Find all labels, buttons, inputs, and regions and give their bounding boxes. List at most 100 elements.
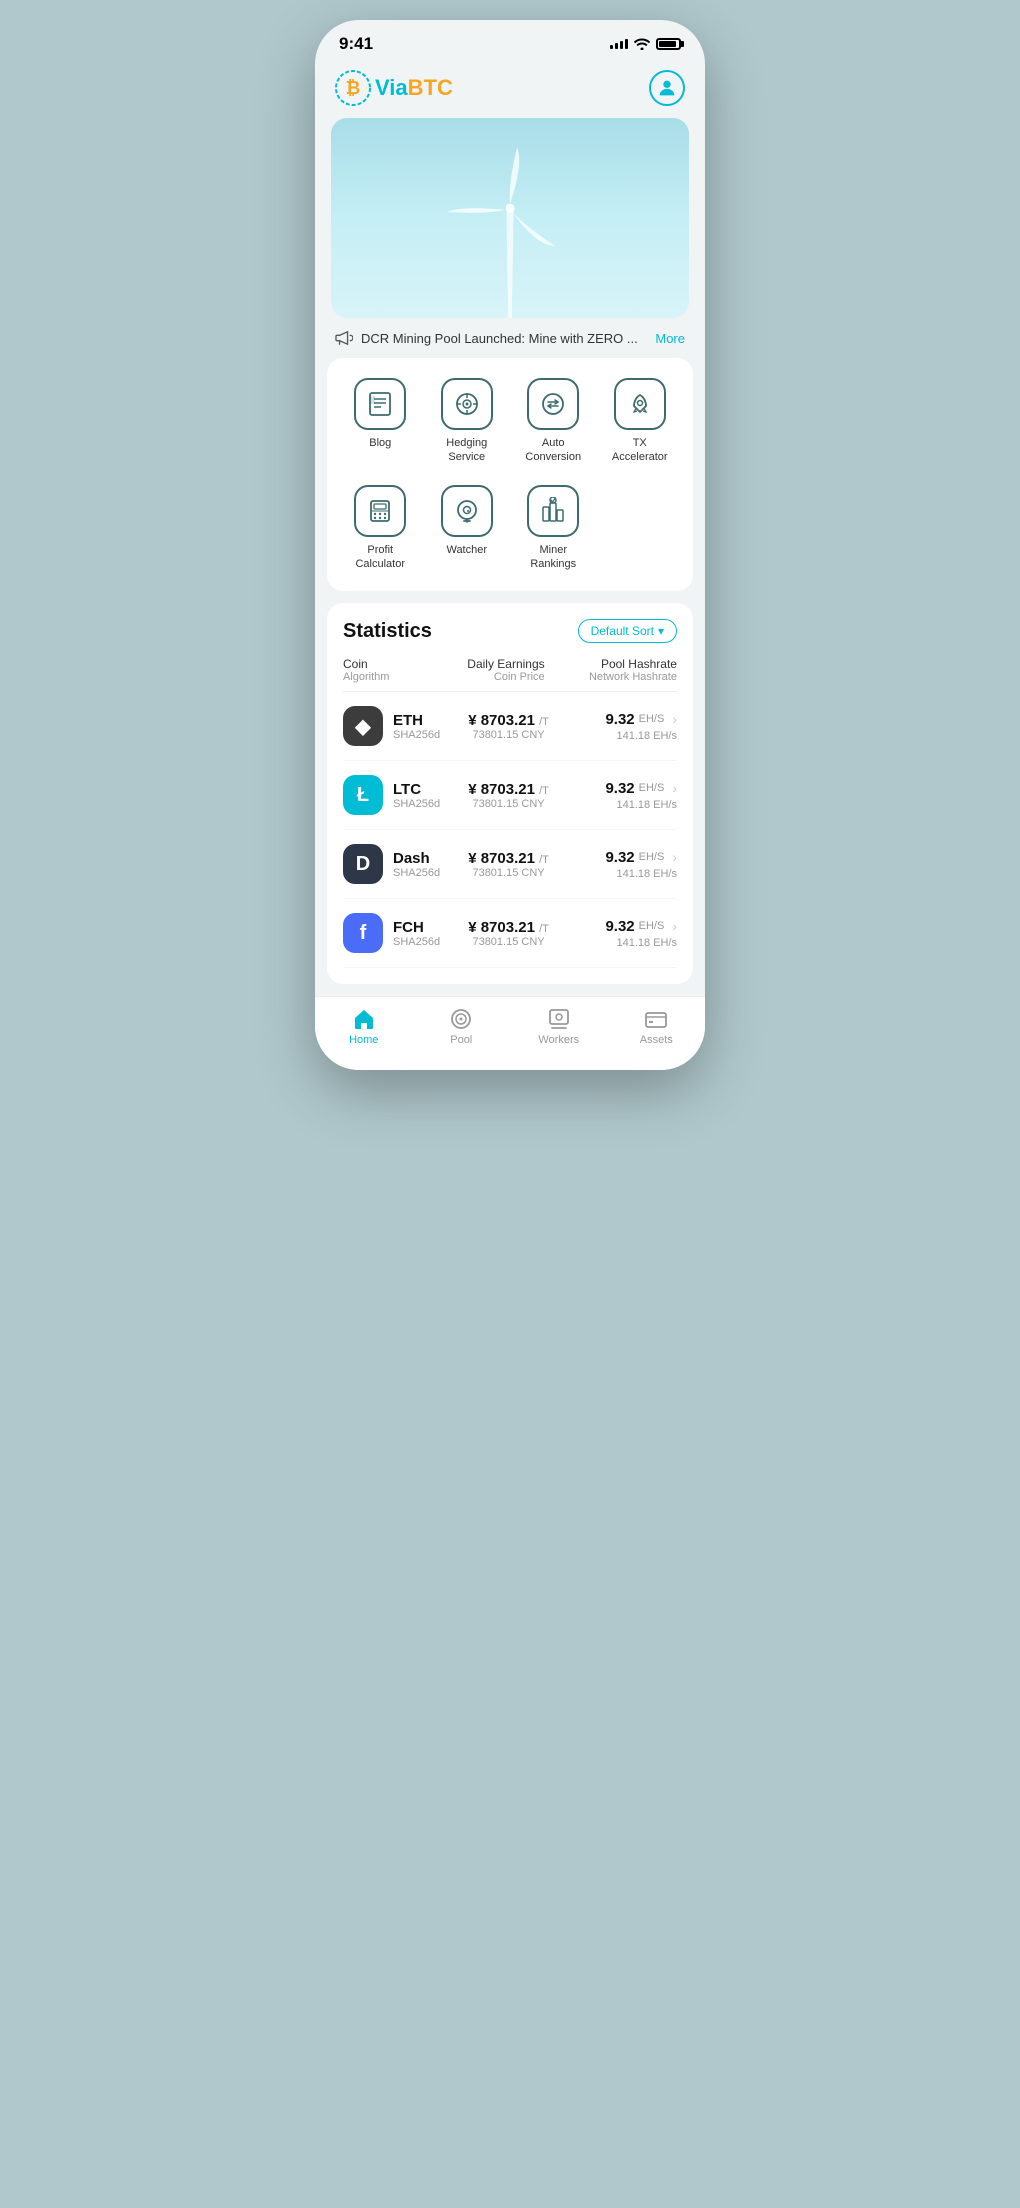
- th-network-hashrate: Network Hashrate: [589, 671, 677, 683]
- coin-algo: SHA256d: [393, 798, 440, 810]
- battery-icon: [656, 38, 681, 50]
- coin-logo-fch: f: [343, 913, 383, 953]
- coin-name: FCH: [393, 919, 440, 936]
- hedging-icon: [441, 378, 493, 430]
- coin-row-dash[interactable]: D Dash SHA256d ¥ 8703.21 /T 73801.15 CNY…: [343, 830, 677, 899]
- rocket-icon: [614, 378, 666, 430]
- table-header: Coin Algorithm Daily Earnings Coin Price…: [343, 657, 677, 692]
- coin-row-eth[interactable]: ◆ ETH SHA256d ¥ 8703.21 /T 73801.15 CNY …: [343, 692, 677, 761]
- coin-net-hashrate: 141.18 EH/s: [616, 937, 677, 949]
- status-icons: [610, 38, 681, 50]
- svg-text:₿: ₿: [346, 78, 361, 98]
- coin-pool-hashrate: 9.32: [605, 711, 634, 728]
- blog-label: Blog: [369, 436, 391, 450]
- coin-algo: SHA256d: [393, 936, 440, 948]
- header: ₿ ViaBTC: [315, 62, 705, 118]
- service-item-watcher[interactable]: Watcher: [424, 485, 511, 572]
- coin-price: 73801.15 CNY: [472, 936, 544, 948]
- coin-price: 73801.15 CNY: [472, 867, 544, 879]
- service-item-tx-accelerator[interactable]: TXAccelerator: [597, 378, 684, 465]
- phone-frame: 9:41 ₿: [315, 20, 705, 1070]
- statistics-section: Statistics Default Sort ▾ Coin Algorithm…: [327, 603, 693, 984]
- status-time: 9:41: [339, 34, 373, 54]
- coin-algo: SHA256d: [393, 867, 440, 879]
- th-daily-earnings: Daily Earnings: [467, 657, 544, 671]
- btc-logo-icon: ₿: [335, 70, 371, 106]
- th-algorithm: Algorithm: [343, 671, 423, 683]
- watcher-icon: [441, 485, 493, 537]
- wind-turbine-icon: [430, 138, 590, 318]
- coin-name: Dash: [393, 850, 440, 867]
- coin-pool-hashrate: 9.32: [605, 918, 634, 935]
- chevron-right-icon: ›: [672, 711, 677, 727]
- profit-calculator-label: ProfitCalculator: [355, 543, 405, 572]
- coin-name: LTC: [393, 781, 440, 798]
- logo: ₿ ViaBTC: [335, 70, 453, 106]
- workers-icon: [547, 1007, 571, 1031]
- coin-pool-hashrate: 9.32: [605, 849, 634, 866]
- services-card: Blog HedgingService: [327, 358, 693, 591]
- coin-row-ltc[interactable]: Ł LTC SHA256d ¥ 8703.21 /T 73801.15 CNY …: [343, 761, 677, 830]
- coin-net-hashrate: 141.18 EH/s: [616, 799, 677, 811]
- megaphone-icon: [335, 330, 353, 346]
- th-coin-price: Coin Price: [494, 671, 545, 683]
- banner[interactable]: [331, 118, 689, 318]
- announcement-text: DCR Mining Pool Launched: Mine with ZERO…: [361, 331, 647, 346]
- signal-bars-icon: [610, 39, 628, 49]
- nav-workers[interactable]: Workers: [529, 1007, 589, 1046]
- coin-net-hashrate: 141.18 EH/s: [616, 730, 677, 742]
- coin-net-hashrate: 141.18 EH/s: [616, 868, 677, 880]
- coin-earnings: ¥ 8703.21 /T: [468, 712, 549, 729]
- coin-row-fch[interactable]: f FCH SHA256d ¥ 8703.21 /T 73801.15 CNY …: [343, 899, 677, 968]
- coin-earnings: ¥ 8703.21 /T: [468, 781, 549, 798]
- announcement-bar[interactable]: DCR Mining Pool Launched: Mine with ZERO…: [315, 318, 705, 358]
- nav-home[interactable]: Home: [334, 1007, 394, 1046]
- service-item-miner-rankings[interactable]: MinerRankings: [510, 485, 597, 572]
- status-bar: 9:41: [315, 20, 705, 62]
- th-coin: Coin: [343, 657, 423, 671]
- logo-text: ViaBTC: [375, 75, 453, 101]
- blog-icon: [354, 378, 406, 430]
- announcement-more-link[interactable]: More: [655, 331, 685, 346]
- coin-pool-hashrate: 9.32: [605, 780, 634, 797]
- coin-name: ETH: [393, 712, 440, 729]
- miner-rankings-label: MinerRankings: [530, 543, 576, 572]
- stats-header: Statistics Default Sort ▾: [343, 619, 677, 643]
- pool-label: Pool: [450, 1034, 472, 1046]
- service-item-blog[interactable]: Blog: [337, 378, 424, 465]
- service-item-conversion[interactable]: AutoConversion: [510, 378, 597, 465]
- calculator-icon: [354, 485, 406, 537]
- th-pool-hashrate: Pool Hashrate: [601, 657, 677, 671]
- conversion-label: AutoConversion: [525, 436, 581, 465]
- stats-title: Statistics: [343, 620, 432, 643]
- service-item-profit-calculator[interactable]: ProfitCalculator: [337, 485, 424, 572]
- rankings-icon: [527, 485, 579, 537]
- hedging-label: HedgingService: [446, 436, 487, 465]
- assets-label: Assets: [640, 1034, 673, 1046]
- nav-pool[interactable]: Pool: [431, 1007, 491, 1046]
- coin-price: 73801.15 CNY: [472, 798, 544, 810]
- conversion-icon: [527, 378, 579, 430]
- services-grid: Blog HedgingService: [337, 378, 683, 571]
- chevron-right-icon: ›: [672, 918, 677, 934]
- assets-icon: [644, 1007, 668, 1031]
- coin-logo-ltc: Ł: [343, 775, 383, 815]
- chevron-right-icon: ›: [672, 780, 677, 796]
- coin-earnings: ¥ 8703.21 /T: [468, 850, 549, 867]
- sort-button[interactable]: Default Sort ▾: [578, 619, 677, 643]
- nav-assets[interactable]: Assets: [626, 1007, 686, 1046]
- home-label: Home: [349, 1034, 378, 1046]
- watcher-label: Watcher: [446, 543, 487, 557]
- bottom-nav: Home Pool Workers: [315, 996, 705, 1070]
- service-item-hedging[interactable]: HedgingService: [424, 378, 511, 465]
- tx-accelerator-label: TXAccelerator: [612, 436, 668, 465]
- coin-algo: SHA256d: [393, 729, 440, 741]
- home-icon: [352, 1007, 376, 1031]
- banner-container: [315, 118, 705, 318]
- pool-icon: [449, 1007, 473, 1031]
- coin-rows: ◆ ETH SHA256d ¥ 8703.21 /T 73801.15 CNY …: [343, 692, 677, 968]
- coin-price: 73801.15 CNY: [472, 729, 544, 741]
- profile-icon[interactable]: [649, 70, 685, 106]
- workers-label: Workers: [538, 1034, 579, 1046]
- chevron-right-icon: ›: [672, 849, 677, 865]
